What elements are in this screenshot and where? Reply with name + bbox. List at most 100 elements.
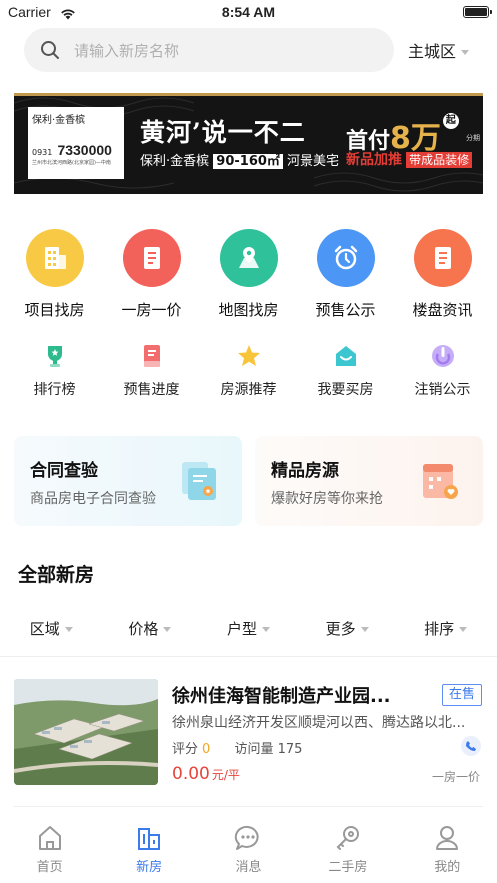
card-title: 精品房源 — [271, 461, 339, 481]
banner-subline: 保利·金香槟 90-160㎡ 河景美宅 — [140, 150, 339, 169]
city-label: 主城区 — [408, 42, 457, 61]
filter-label: 区域 — [29, 620, 60, 638]
map-pin-icon — [219, 229, 278, 287]
banner-sub-area: 90-160㎡ — [213, 154, 283, 169]
listing-meta: 评分 0 访问量 175 — [172, 738, 302, 757]
banner-phone-prefix: 0931 — [32, 148, 53, 157]
house-cart-icon — [332, 342, 360, 370]
star-icon — [235, 342, 263, 370]
main-icon-grid: 项目找房 一房一价 地图找房 预售公示 楼盘资讯 — [0, 229, 497, 320]
power-icon — [429, 342, 457, 370]
premium-listings-card[interactable]: 精品房源 爆款好房等你来抢 — [255, 436, 483, 526]
filter-label: 更多 — [325, 620, 356, 638]
tab-label: 首页 — [36, 860, 63, 875]
new-house-icon — [109, 822, 189, 854]
filter-label: 排序 — [424, 620, 455, 638]
tab-label: 二手房 — [328, 860, 368, 875]
banner-new-push-label: 加推 — [374, 152, 402, 168]
banner-headline: 黄河’说一不二 — [140, 118, 306, 147]
price-unit: 元/平 — [211, 768, 240, 782]
filter-price[interactable]: 价格 — [128, 618, 172, 644]
banner-address: 兰州市北滨河西路(北京家园)—中南 — [32, 160, 111, 166]
banner-sub-end: 河景美宅 — [287, 154, 340, 169]
tab-label: 消息 — [235, 860, 262, 875]
banner-logo-card: 保利·金香槟 0931 7330000 兰州市北滨河西路(北京家园)—中南 — [28, 107, 124, 179]
nav-label: 我要买房 — [317, 382, 374, 398]
battery-icon — [463, 6, 492, 18]
nav-label: 注销公示 — [414, 382, 471, 398]
status-bar: Carrier 8:54 AM — [0, 0, 497, 26]
tab-messages[interactable]: 消息 — [208, 822, 288, 883]
banner-sub-brand: 保利·金香槟 — [140, 154, 210, 169]
profile-icon — [407, 822, 487, 854]
search-icon — [40, 40, 60, 64]
score-value: 0 — [202, 742, 211, 757]
contract-check-card[interactable]: 合同查验 商品房电子合同查验 — [14, 436, 242, 526]
alarm-clock-icon — [316, 229, 375, 287]
nav-label: 预售公示 — [315, 301, 376, 319]
premium-building-icon — [419, 458, 461, 508]
status-time: 8:54 AM — [221, 4, 276, 20]
secondary-icon-grid: 排行榜 预售进度 房源推荐 我要买房 注销公示 — [0, 342, 497, 399]
contract-doc-icon — [180, 458, 220, 508]
status-badge: 在售 — [442, 684, 482, 706]
filter-bar: 区域 价格 户型 更多 排序 — [0, 618, 497, 644]
tab-profile[interactable]: 我的 — [407, 822, 487, 883]
divider — [14, 806, 483, 807]
divider — [0, 656, 497, 657]
nav-recommend[interactable]: 房源推荐 — [202, 342, 296, 399]
building-doc-icon — [122, 229, 181, 287]
banner-logo-text: 保利·金香槟 — [32, 115, 86, 126]
chevron-down-icon — [360, 627, 369, 632]
nav-presale-notice[interactable]: 预售公示 — [299, 229, 393, 320]
filter-layout[interactable]: 户型 — [227, 618, 270, 644]
chevron-down-icon — [64, 627, 73, 632]
listing-tag: 一房一价 — [432, 770, 481, 784]
nav-presale-progress[interactable]: 预售进度 — [105, 342, 199, 399]
news-doc-icon — [413, 229, 472, 287]
progress-doc-icon — [138, 342, 166, 370]
trophy-icon — [41, 342, 69, 370]
nav-buy-house[interactable]: 我要买房 — [299, 342, 393, 399]
nav-project-search[interactable]: 项目找房 — [8, 229, 102, 320]
banner-new-push: 新品加推 带成品装修 — [346, 149, 473, 169]
tab-second-hand[interactable]: 二手房 — [308, 822, 388, 883]
nav-price-list[interactable]: 一房一价 — [105, 229, 199, 320]
filter-more[interactable]: 更多 — [326, 618, 369, 644]
nav-label: 房源推荐 — [220, 382, 277, 398]
search-input[interactable]: 请输入新房名称 — [24, 28, 394, 72]
banner-qi: 起 — [442, 113, 459, 129]
card-title: 合同查验 — [30, 461, 98, 481]
tab-new-house[interactable]: 新房 — [109, 822, 189, 883]
filter-sort[interactable]: 排序 — [424, 618, 468, 644]
section-title: 全部新房 — [18, 564, 95, 586]
tab-label: 新房 — [136, 860, 163, 875]
nav-cancel-notice[interactable]: 注销公示 — [396, 342, 490, 399]
visits-label: 访问量 — [234, 742, 274, 757]
nav-property-news[interactable]: 楼盘资讯 — [396, 229, 490, 320]
card-desc: 商品房电子合同查验 — [30, 491, 156, 507]
banner-decor-tag: 带成品装修 — [406, 152, 473, 168]
nav-label: 排行榜 — [33, 382, 76, 398]
listing-price: 0.00 元/平 — [172, 764, 240, 784]
city-selector[interactable]: 主城区 — [408, 38, 470, 62]
filter-region[interactable]: 区域 — [30, 618, 73, 644]
list-item[interactable]: 徐州佳海智能制造产业园... 在售 徐州泉山经济开发区顺堤河以西、腾达路以北..… — [0, 672, 497, 802]
banner-phone: 7330000 — [57, 142, 112, 158]
listing-address: 徐州泉山经济开发区顺堤河以西、腾达路以北... — [172, 715, 466, 731]
tab-bar: 首页 新房 消息 二手房 我的 — [0, 822, 497, 883]
nav-map-search[interactable]: 地图找房 — [202, 229, 296, 320]
listing-photo — [14, 679, 158, 785]
nav-ranking[interactable]: 排行榜 — [8, 342, 102, 399]
tab-home[interactable]: 首页 — [10, 822, 90, 883]
nav-label: 预售进度 — [123, 382, 180, 398]
listing-name: 徐州佳海智能制造产业园... — [172, 686, 391, 707]
home-icon — [10, 822, 90, 854]
call-button[interactable] — [461, 736, 481, 756]
chevron-down-icon — [261, 627, 270, 632]
score-label: 评分 — [172, 742, 199, 757]
promo-banner[interactable]: 保利·金香槟 0931 7330000 兰州市北滨河西路(北京家园)—中南 黄河… — [14, 93, 483, 194]
card-desc: 爆款好房等你来抢 — [271, 491, 383, 507]
chevron-down-icon — [459, 627, 468, 632]
chevron-down-icon — [163, 627, 172, 632]
